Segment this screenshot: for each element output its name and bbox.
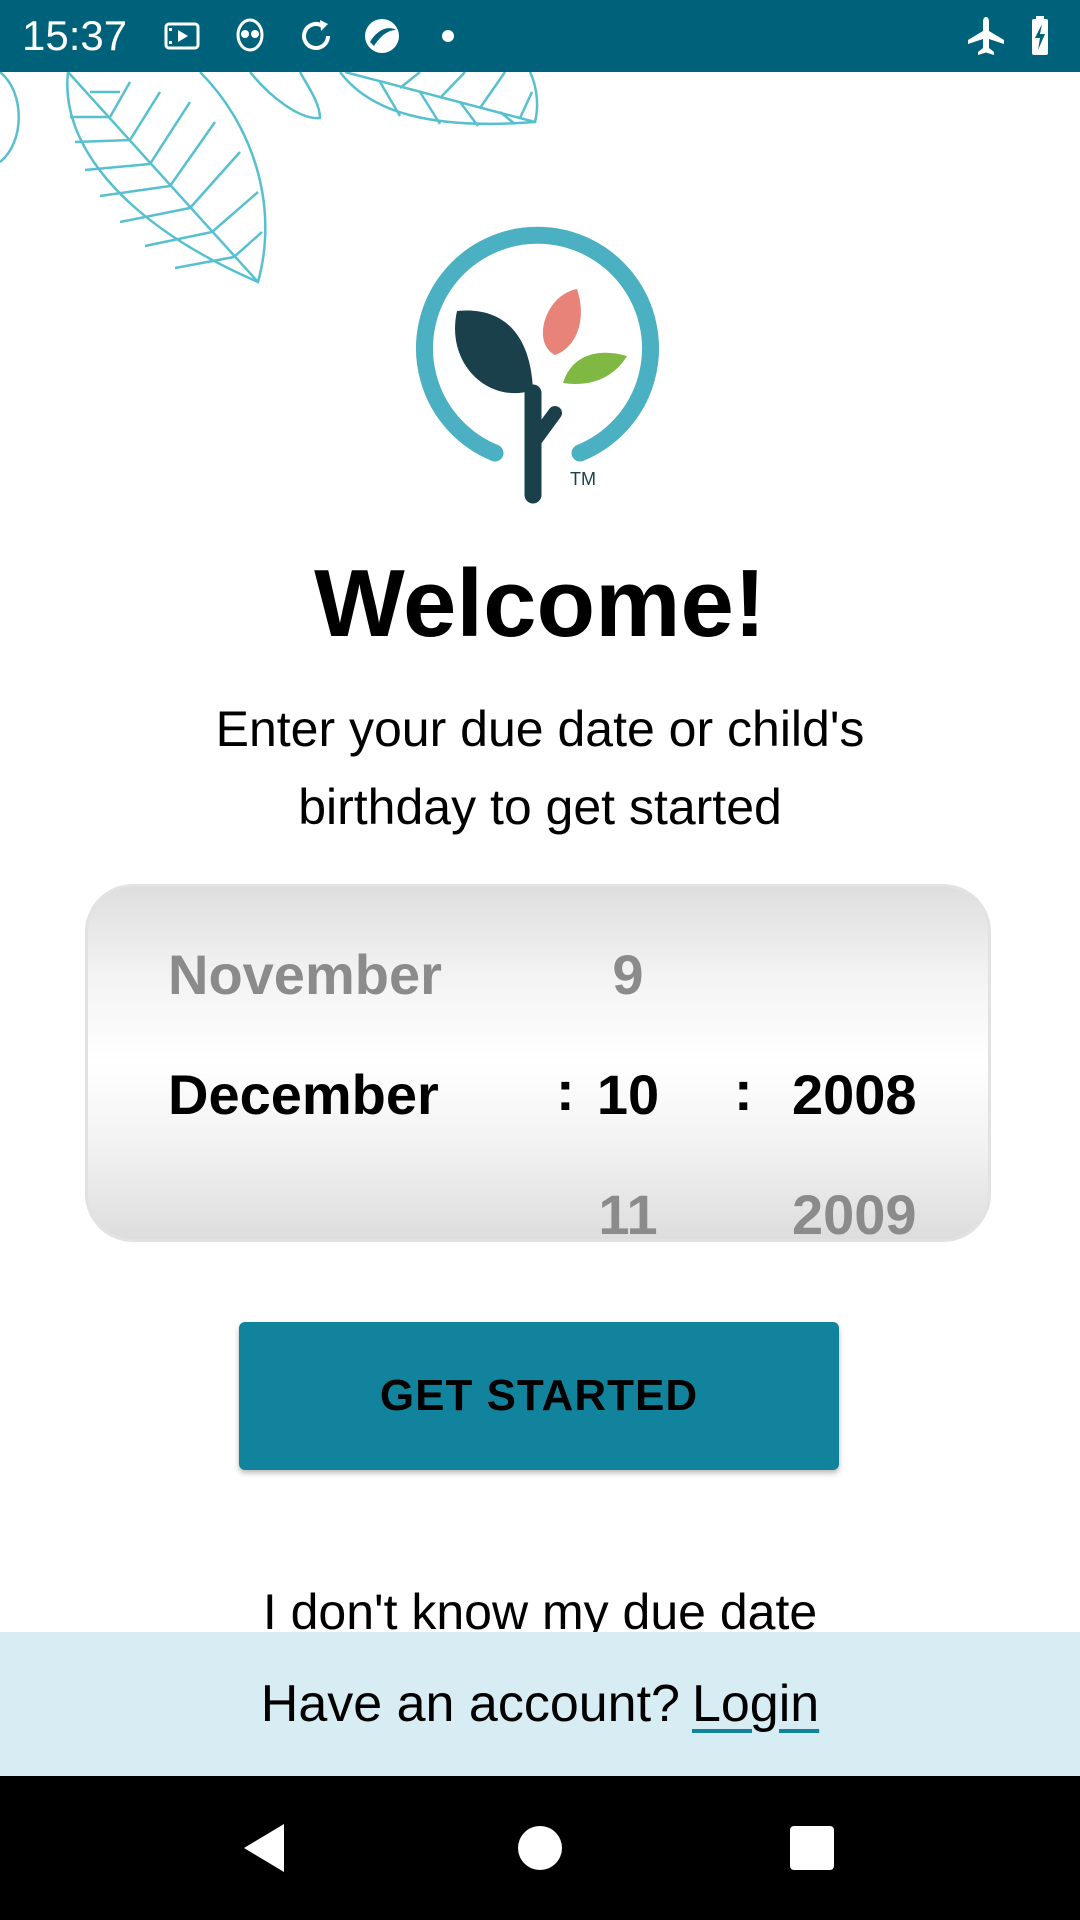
year-selected[interactable]: 2008 [792, 1065, 917, 1125]
sync-icon [302, 20, 330, 50]
dot-icon [442, 30, 454, 42]
month-selected[interactable]: December [168, 1065, 439, 1125]
year-next[interactable]: 2009 [792, 1185, 917, 1245]
login-footer: Have an account? Login [0, 1632, 1080, 1776]
date-picker[interactable]: November December : 9 10 11 : 2008 2009 [85, 884, 991, 1245]
home-icon[interactable] [512, 1820, 568, 1876]
navigation-bar [0, 1776, 1080, 1920]
page-title: Welcome! [314, 550, 766, 657]
battery-charging-icon [1032, 16, 1048, 55]
month-prev[interactable]: November [168, 945, 442, 1005]
recents-icon[interactable] [786, 1822, 838, 1874]
get-started-button[interactable]: GET STARTED [239, 1322, 839, 1470]
subtitle-line-1: Enter your due date or child's [215, 701, 865, 757]
day-next[interactable]: 11 [548, 1185, 708, 1245]
media-icon [164, 22, 200, 50]
day-selected[interactable]: 10 [548, 1065, 708, 1125]
subtitle: Enter your due date or child's birthday … [120, 690, 960, 846]
status-bar: 15:37 [0, 0, 1080, 72]
subtitle-line-2: birthday to get started [298, 779, 782, 835]
alien-icon [236, 18, 264, 52]
trademark-label: TM [570, 469, 596, 489]
separator: : [734, 1059, 753, 1122]
login-link[interactable]: Login [692, 1674, 819, 1734]
back-icon[interactable] [236, 1820, 292, 1876]
app-icon [365, 19, 399, 53]
account-question: Have an account? [260, 1675, 680, 1733]
airplane-mode-icon [968, 17, 1004, 55]
status-time: 15:37 [22, 12, 128, 59]
sprout-logo-icon: TM [416, 226, 659, 504]
day-prev[interactable]: 9 [548, 945, 708, 1005]
